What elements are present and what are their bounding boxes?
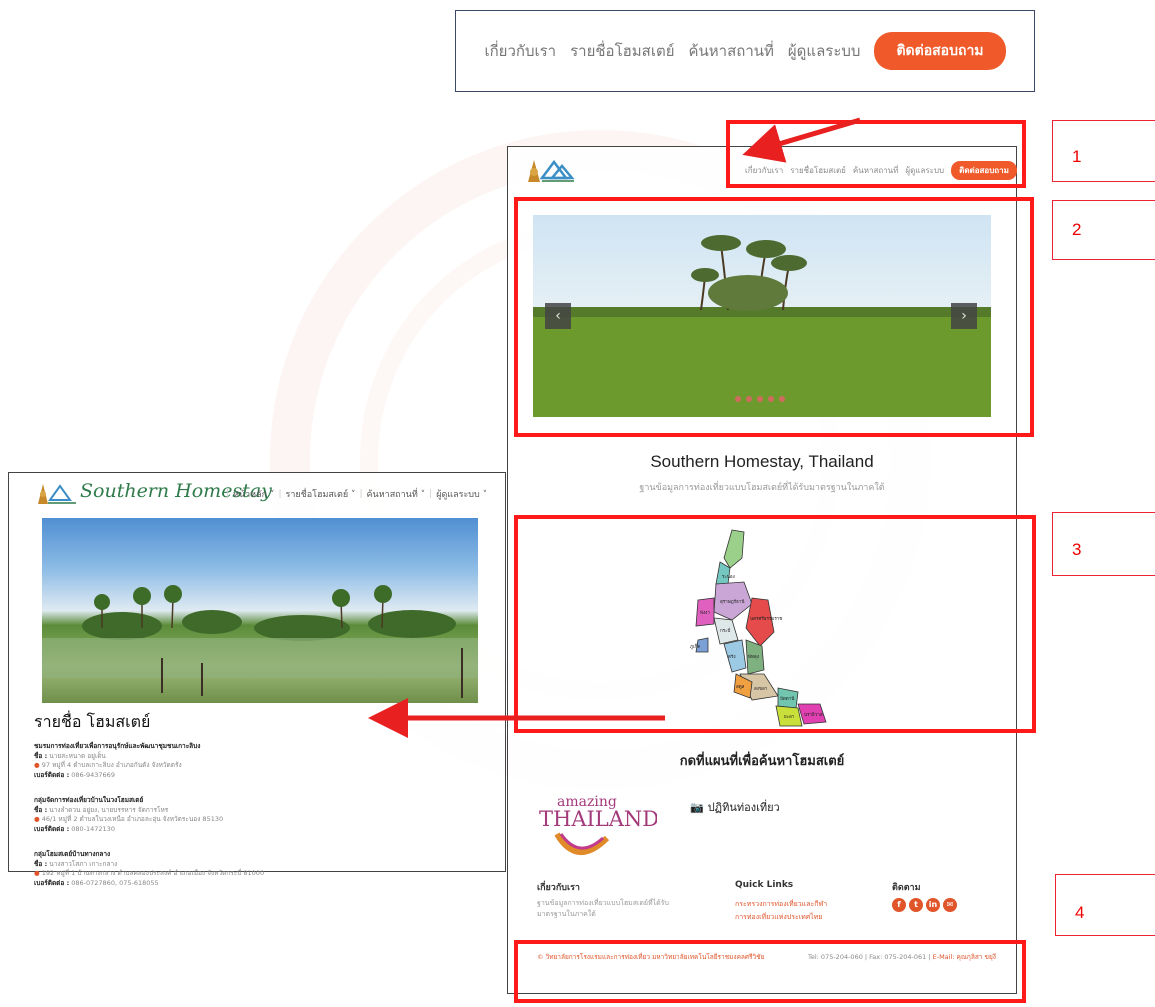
inset-nav-admin[interactable]: ผู้ดูแลระบบ ˅ (436, 487, 487, 501)
annotation-label-4: 4 (1075, 903, 1085, 922)
nav-separator: | (359, 489, 363, 499)
entry-name: นางสาวโสภา เกาะกลาง (47, 859, 118, 868)
entry-name-label: ชื่อ : (34, 859, 48, 868)
annotation-label-box-4 (1055, 874, 1155, 936)
twitter-icon[interactable]: t (909, 898, 923, 912)
homestay-entry-title[interactable]: กลุ่มจัดการท่องเที่ยวบ้านในวงโฮมสเตย์ (34, 796, 223, 806)
annotation-label-3: 3 (1072, 540, 1082, 559)
email-icon[interactable]: ✉ (943, 898, 957, 912)
svg-text:THAILAND: THAILAND (539, 807, 657, 831)
tour-calendar-label: ปฏิทินท่องเที่ยว (707, 801, 780, 814)
site-title: Southern Homestay, Thailand (650, 452, 874, 471)
homestay-entry[interactable]: กลุ่มโฮมสเตย์บ้านทางกลาง ชื่อ : นางสาวโส… (34, 850, 264, 888)
map-caption: กดที่แผนที่เพื่อค้นหาโฮมสเตย์ (679, 754, 845, 769)
footer-link-tat[interactable]: การท่องเที่ยวแห่งประเทศไทย (735, 911, 822, 924)
annotation-box-2 (514, 197, 1034, 437)
entry-address: 192 หมู่ที่ 1 บ้านทางกลาง ตำบลคลองประสงค… (41, 869, 265, 877)
menu-homestay-list[interactable]: รายชื่อโฮมสเตย์ (570, 39, 674, 63)
annotation-label-1: 1 (1072, 147, 1082, 166)
annotation-label-2: 2 (1072, 220, 1082, 239)
tour-calendar-link[interactable]: 📷 ปฏิทินท่องเที่ยว (690, 798, 780, 816)
entry-phone: 086-0727860, 075-618055 (69, 878, 159, 887)
inset-nav-search-place[interactable]: ค้นหาสถานที่ ˅ (367, 487, 426, 501)
footer-link-ministry[interactable]: กระทรวงการท่องเที่ยวและกีฬา (735, 898, 827, 911)
entry-phone-label: เบอร์ติดต่อ : (34, 770, 70, 779)
map-pin-icon: ● (34, 815, 42, 823)
linkedin-icon[interactable]: in (926, 898, 940, 912)
footer-follow-heading: ติดตาม (892, 883, 921, 893)
annotation-box-3 (514, 515, 1036, 733)
footer-about-heading: เกี่ยวกับเรา (537, 883, 580, 893)
homestay-list-title: รายชื่อ โฮมสเตย์ (34, 712, 151, 731)
inset-hero-image (42, 518, 478, 703)
camera-icon: 📷 (690, 800, 704, 814)
entry-address: 46/1 หมู่ที่ 2 ตำบลในวงเหนือ อำเภอละอุ่น… (41, 815, 224, 823)
entry-name-label: ชื่อ : (34, 751, 48, 760)
social-links: f t in ✉ (892, 898, 957, 912)
menu-search-place[interactable]: ค้นหาสถานที่ (688, 39, 773, 63)
entry-name: นางลำดวน อยู่ยง, นายบรรหาร จัดการโหร (47, 805, 169, 814)
homestay-entry-title[interactable]: กลุ่มโฮมสเตย์บ้านทางกลาง (34, 850, 264, 860)
homestay-entry[interactable]: กลุ่มจัดการท่องเที่ยวบ้านในวงโฮมสเตย์ ชื… (34, 796, 223, 834)
entry-phone: 086-9437669 (69, 770, 115, 779)
map-pin-icon: ● (34, 869, 42, 877)
inset-nav-home[interactable]: หน้าหลัก ˅ (233, 487, 274, 501)
homestay-entry[interactable]: ชมรมการท่องเที่ยวเพื่อการอนุรักษ์และพัฒน… (34, 742, 200, 780)
entry-phone: 080-1472130 (69, 824, 115, 833)
footer-links-heading: Quick Links (735, 880, 794, 890)
inset-nav-homestay-list[interactable]: รายชื่อโฮมสเตย์ ˅ (286, 487, 356, 501)
inset-logo-icon[interactable] (36, 478, 78, 508)
map-pin-icon: ● (34, 761, 42, 769)
amazing-thailand-logo[interactable]: amazing THAILAND (537, 790, 657, 870)
annotation-label-box-3 (1052, 512, 1155, 576)
entry-phone-label: เบอร์ติดต่อ : (34, 824, 70, 833)
footer-about-text: ฐานข้อมูลการท่องเที่ยวแบบโฮมสเตย์ที่ได้ร… (537, 899, 669, 918)
contact-button[interactable]: ติดต่อสอบถาม (874, 32, 1006, 70)
site-logo-icon[interactable] (524, 152, 582, 188)
annotation-box-1 (726, 120, 1026, 188)
site-subtitle: ฐานข้อมูลการท่องเที่ยวแบบโฮมสเตย์ที่ได้ร… (639, 483, 885, 493)
annotation-box-4 (514, 940, 1026, 1003)
nav-separator: | (226, 489, 230, 499)
entry-name: นายสะหนาด อยู่เด็น (47, 751, 106, 760)
menu-admin[interactable]: ผู้ดูแลระบบ (788, 39, 861, 63)
entry-name-label: ชื่อ : (34, 805, 48, 814)
entry-address: 97 หมู่ที่ 4 ตำบลเกาะลิบง อำเภอกันตัง จั… (41, 761, 182, 769)
homestay-entry-title[interactable]: ชมรมการท่องเที่ยวเพื่อการอนุรักษ์และพัฒน… (34, 742, 200, 752)
facebook-icon[interactable]: f (892, 898, 906, 912)
annotation-label-box-1 (1052, 120, 1155, 182)
annotation-label-box-2 (1052, 200, 1155, 260)
nav-separator: | (429, 489, 433, 499)
zoomed-top-menu: เกี่ยวกับเรา รายชื่อโฮมสเตย์ ค้นหาสถานที… (455, 10, 1035, 92)
entry-phone-label: เบอร์ติดต่อ : (34, 878, 70, 887)
nav-separator: | (278, 489, 282, 499)
menu-about[interactable]: เกี่ยวกับเรา (484, 39, 556, 63)
paddy-field-image (42, 585, 478, 698)
inset-nav: | หน้าหลัก ˅ | รายชื่อโฮมสเตย์ ˅ | ค้นหา… (226, 487, 487, 501)
